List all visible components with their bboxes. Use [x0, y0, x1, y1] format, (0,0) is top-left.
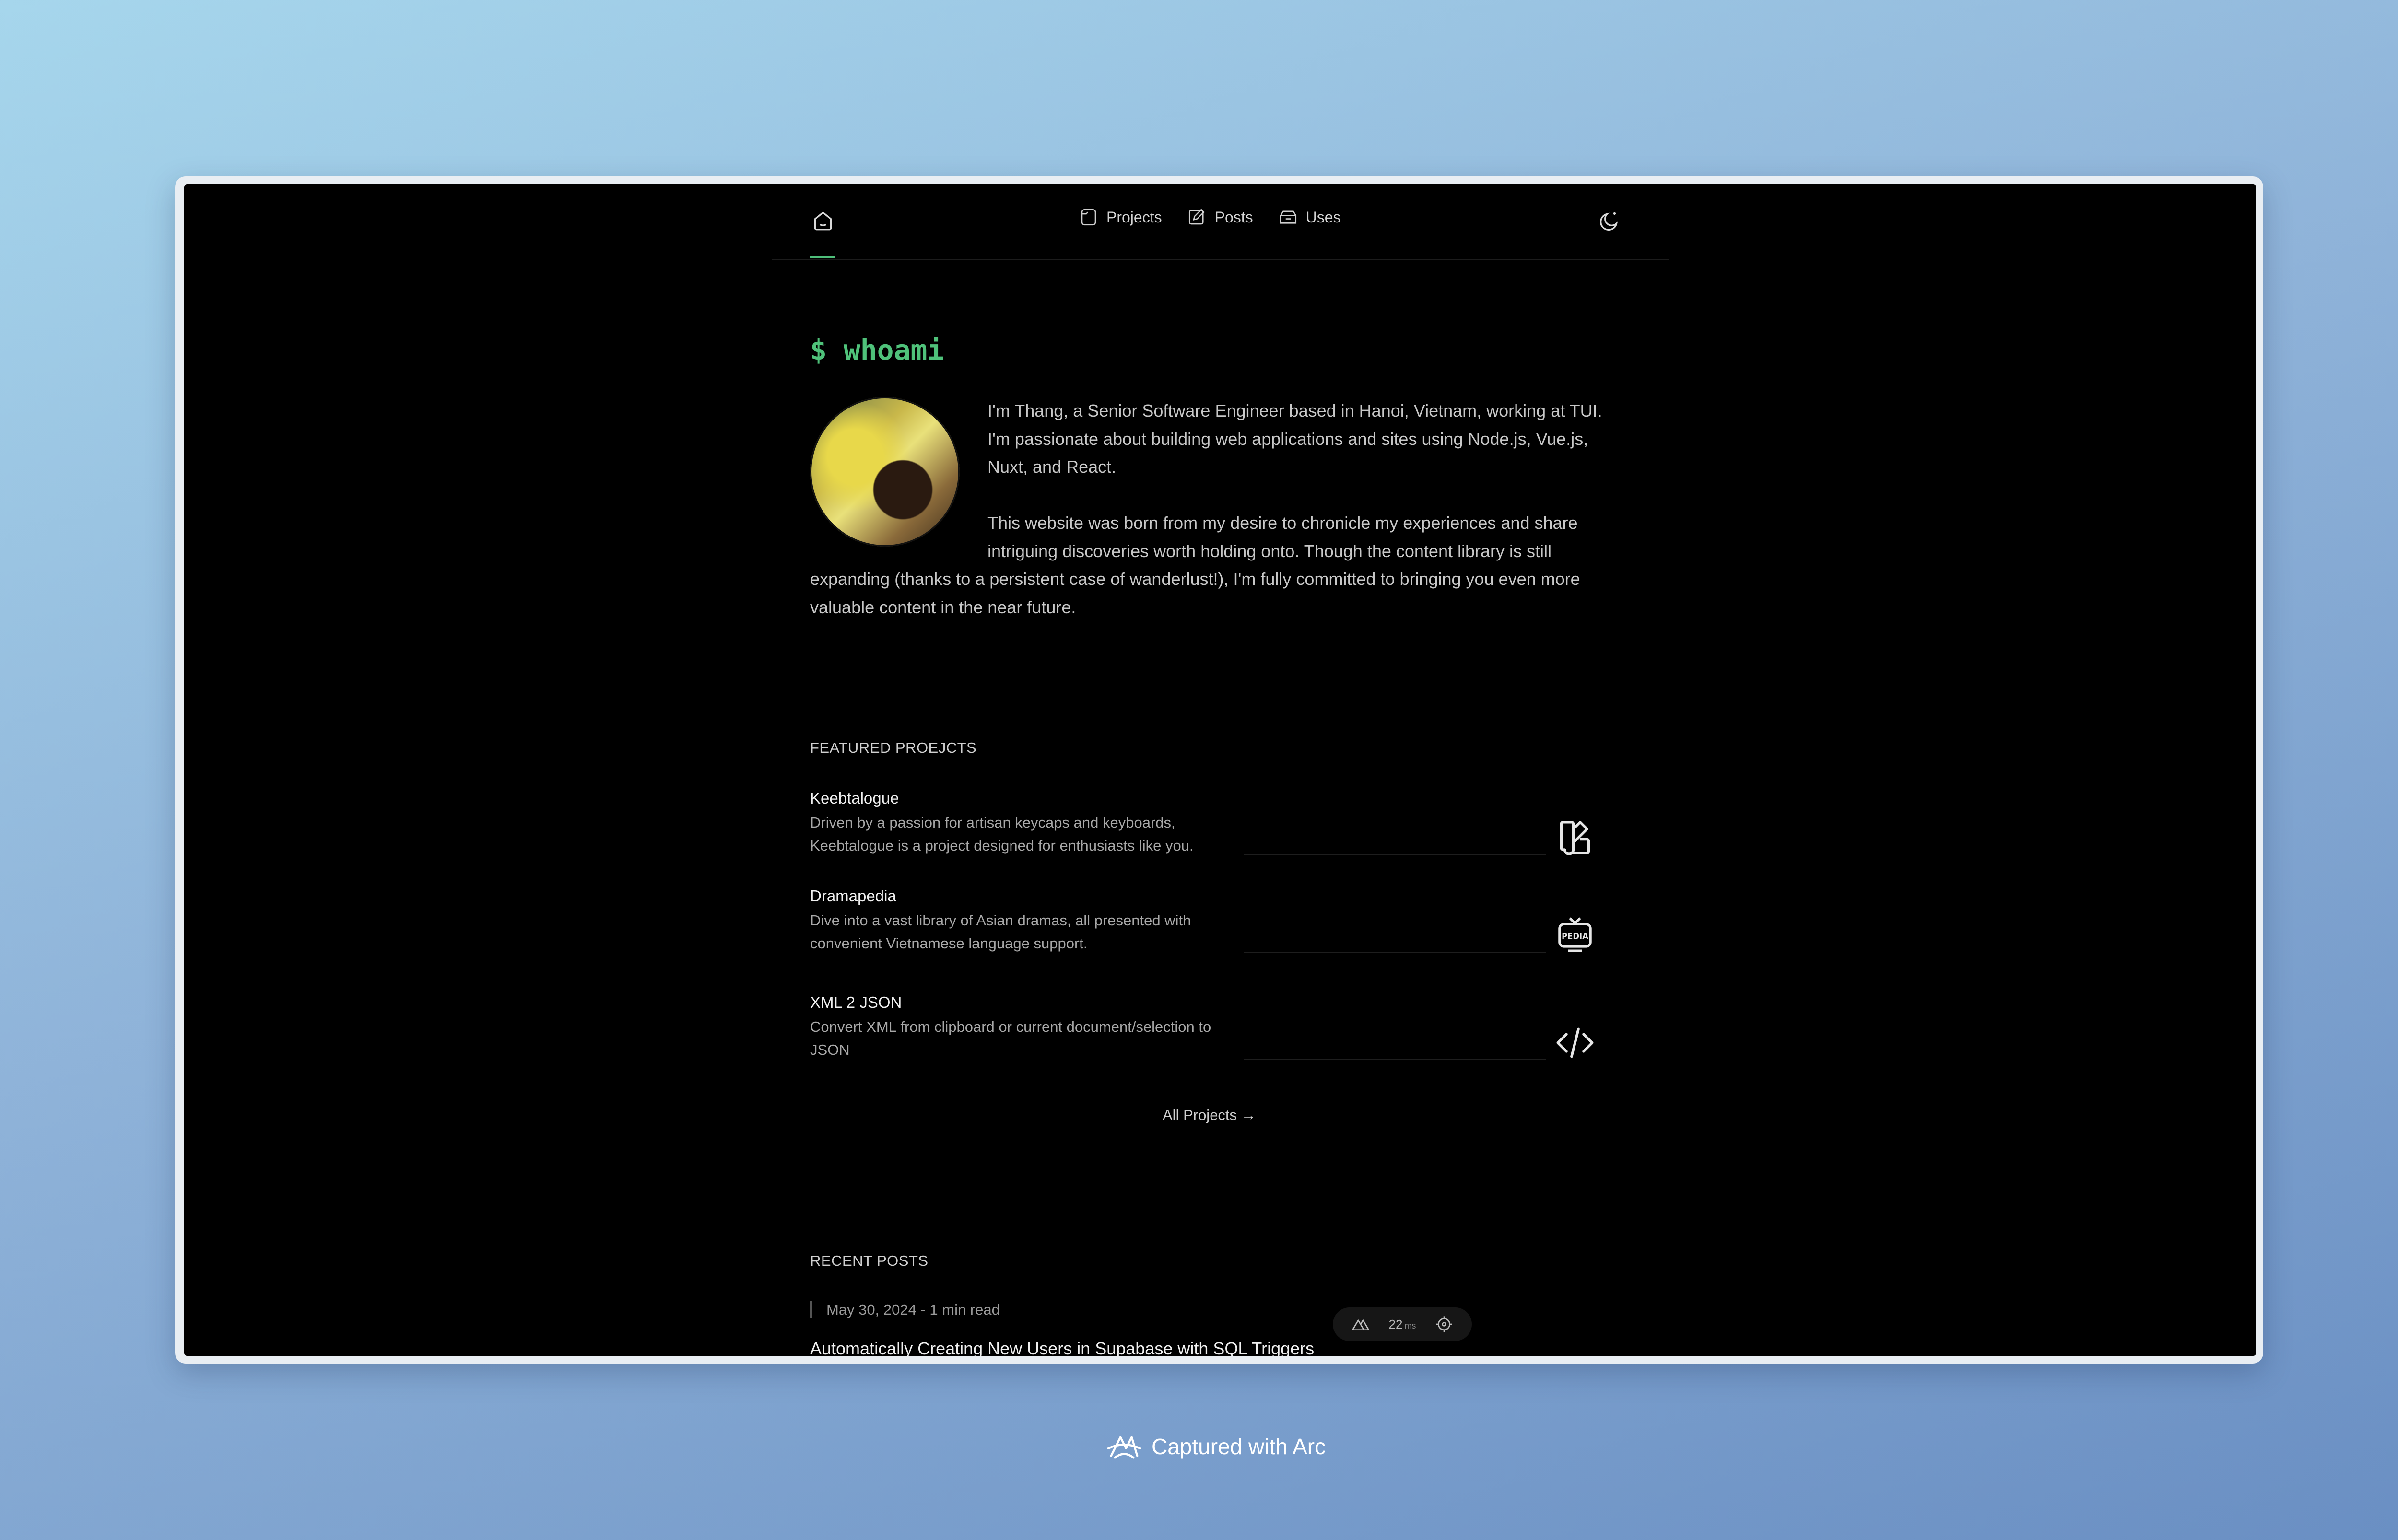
swatch-book-icon[interactable]: [1554, 817, 1596, 858]
render-time: 22 ms: [1389, 1317, 1416, 1332]
top-nav: Projects Posts Uses: [772, 184, 1669, 260]
browser-viewport: Projects Posts Uses $ whoami I'm Thang, …: [184, 184, 2256, 1356]
theme-toggle-moon-icon[interactable]: [1598, 209, 1622, 233]
project-description: Convert XML from clipboard or current do…: [810, 1018, 1211, 1058]
tv-pedia-label: PEDIA: [1562, 932, 1588, 941]
active-indicator: [810, 256, 835, 258]
avatar: [810, 397, 960, 547]
edit-icon: [1188, 209, 1205, 225]
page-content: Projects Posts Uses $ whoami I'm Thang, …: [772, 184, 1669, 1356]
project-description: Dive into a vast library of Asian dramas…: [810, 912, 1191, 952]
recent-heading: RECENT POSTS: [810, 1252, 929, 1269]
project-title: XML 2 JSON: [810, 993, 902, 1011]
captured-with-arc: Captured with Arc: [1105, 1431, 1326, 1462]
about-section: I'm Thang, a Senior Software Engineer ba…: [810, 397, 1625, 650]
package-icon: [1280, 210, 1296, 224]
project-title: Keebtalogue: [810, 789, 899, 807]
nav-posts[interactable]: Posts: [1187, 207, 1253, 227]
tv-pedia-icon[interactable]: PEDIA: [1554, 914, 1596, 955]
nav-posts-label: Posts: [1214, 208, 1253, 226]
capture-caption: Captured with Arc: [1152, 1434, 1326, 1459]
post-meta: May 30, 2024 - 1 min read: [810, 1301, 1000, 1318]
project-item[interactable]: Keebtalogue Driven by a passion for arti…: [810, 789, 1625, 857]
render-time-unit: ms: [1404, 1320, 1416, 1330]
all-projects-link[interactable]: All Projects →: [1163, 1107, 1256, 1124]
featured-heading: FEATURED PROEJCTS: [810, 739, 977, 756]
project-title: Dramapedia: [810, 887, 896, 905]
divider: [1244, 1059, 1546, 1060]
code-icon[interactable]: [1554, 1022, 1596, 1063]
devtools-pill[interactable]: 22 ms: [1333, 1307, 1472, 1341]
project-item[interactable]: XML 2 JSON Convert XML from clipboard or…: [810, 993, 1625, 1062]
divider: [1244, 854, 1546, 855]
project-description: Driven by a passion for artisan keycaps …: [810, 814, 1194, 854]
render-time-value: 22: [1388, 1317, 1403, 1331]
nav-projects-label: Projects: [1106, 208, 1162, 226]
post-title-link[interactable]: Automatically Creating New Users in Supa…: [810, 1339, 1314, 1356]
arc-logo-icon: [1107, 1436, 1141, 1459]
nav-uses[interactable]: Uses: [1278, 207, 1341, 227]
page-title: $ whoami: [810, 334, 944, 366]
nav-projects[interactable]: Projects: [1079, 207, 1162, 227]
project-item[interactable]: Dramapedia Dive into a vast library of A…: [810, 887, 1625, 955]
nuxt-icon: [1352, 1319, 1369, 1330]
target-icon[interactable]: [1434, 1315, 1454, 1334]
divider: [1244, 952, 1546, 953]
home-icon[interactable]: [811, 209, 835, 233]
nav-uses-label: Uses: [1305, 208, 1341, 226]
folder-icon: [1081, 209, 1096, 226]
nav-links: Projects Posts Uses: [1079, 207, 1341, 227]
